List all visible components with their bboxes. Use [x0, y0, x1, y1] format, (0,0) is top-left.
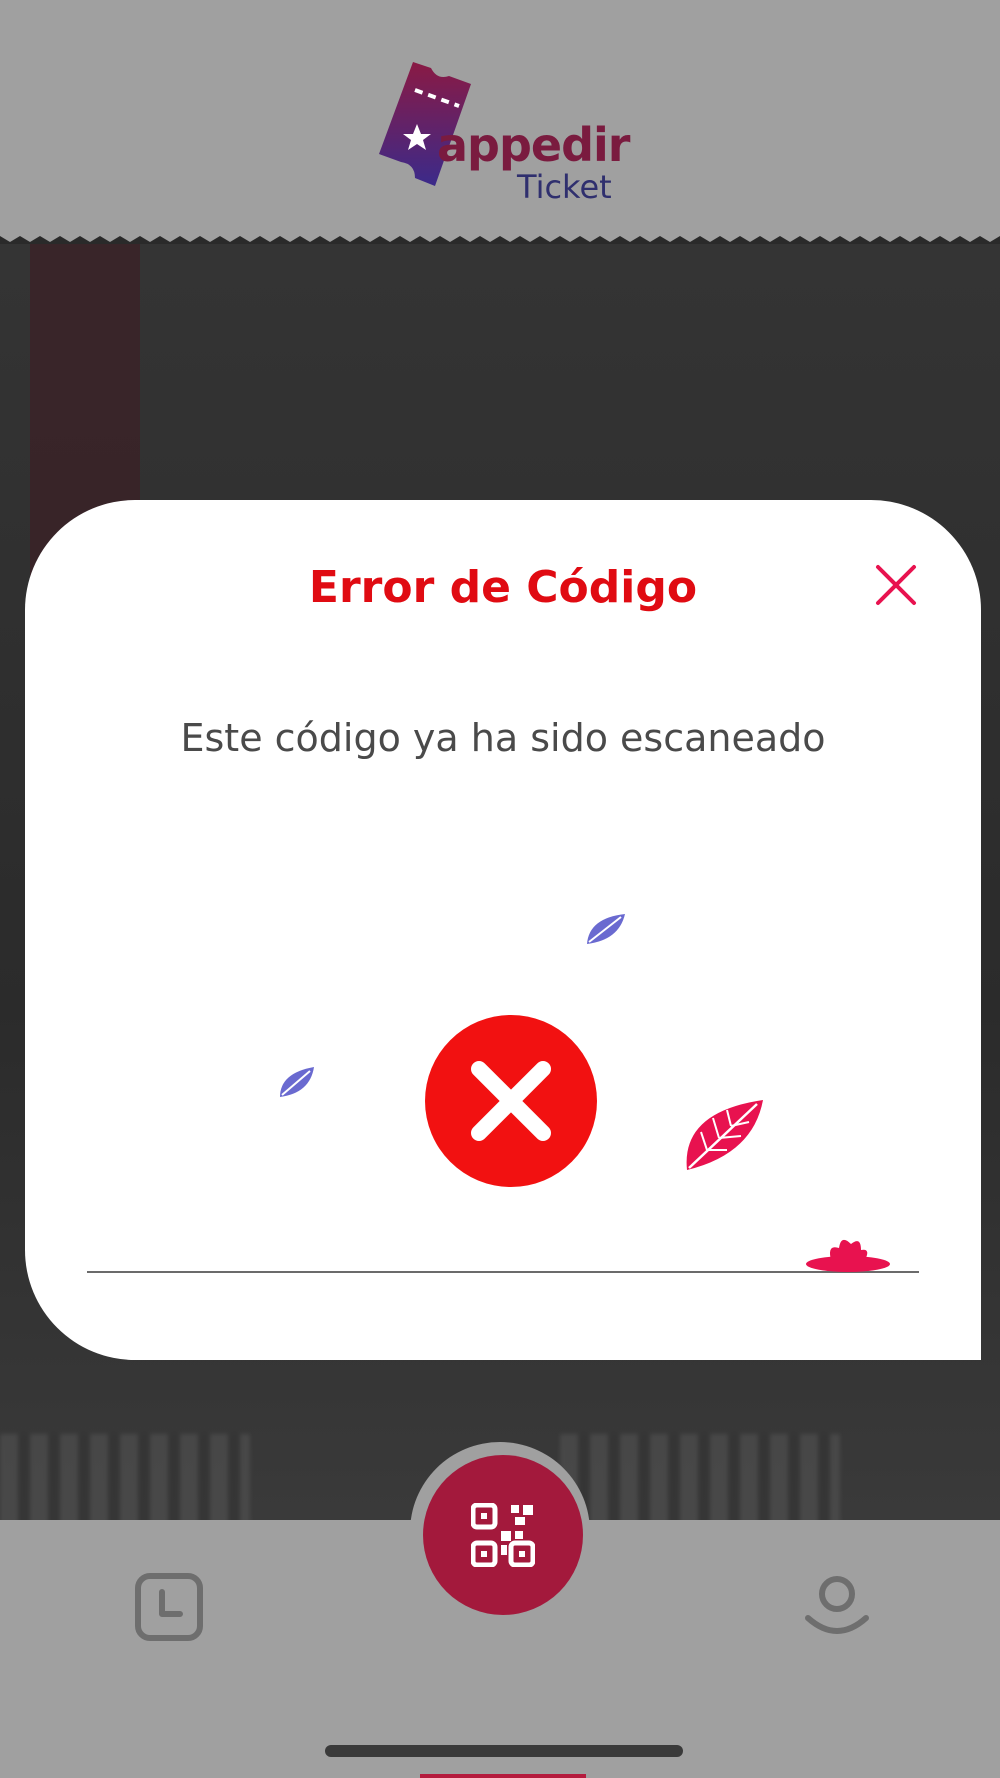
ground-line: [87, 1271, 919, 1273]
camera-blur-qr-right: [560, 1434, 840, 1520]
profile-icon[interactable]: [802, 1572, 872, 1642]
home-indicator[interactable]: [325, 1745, 683, 1757]
scan-qr-button[interactable]: [423, 1455, 583, 1615]
camera-blur-qr-left: [0, 1434, 250, 1520]
qr-scan-icon: [471, 1503, 535, 1567]
logo-word: appedir: [437, 118, 630, 172]
logo-subtitle: Ticket: [517, 168, 612, 206]
error-dialog: Error de Código Este código ya ha sido e…: [25, 500, 981, 1360]
appedir-ticket-logo: appedir Ticket: [375, 58, 635, 208]
history-clock-icon[interactable]: [134, 1572, 204, 1642]
app-header: appedir Ticket: [0, 0, 1000, 236]
header-zigzag-edge: [0, 230, 1000, 242]
leaf-small-blue-icon: [587, 914, 625, 944]
close-icon[interactable]: [873, 562, 919, 608]
error-status-badge: [425, 1015, 597, 1187]
leaf-large-pink-icon: [686, 1100, 763, 1170]
dialog-title: Error de Código: [308, 562, 698, 613]
dialog-message: Este código ya ha sido escaneado: [180, 716, 826, 760]
bottom-accent-line: [420, 1774, 586, 1778]
fallen-leaf-pile-icon: [806, 1239, 890, 1272]
leaf-small-blue-icon-2: [280, 1067, 314, 1097]
error-x-icon: [471, 1061, 551, 1141]
